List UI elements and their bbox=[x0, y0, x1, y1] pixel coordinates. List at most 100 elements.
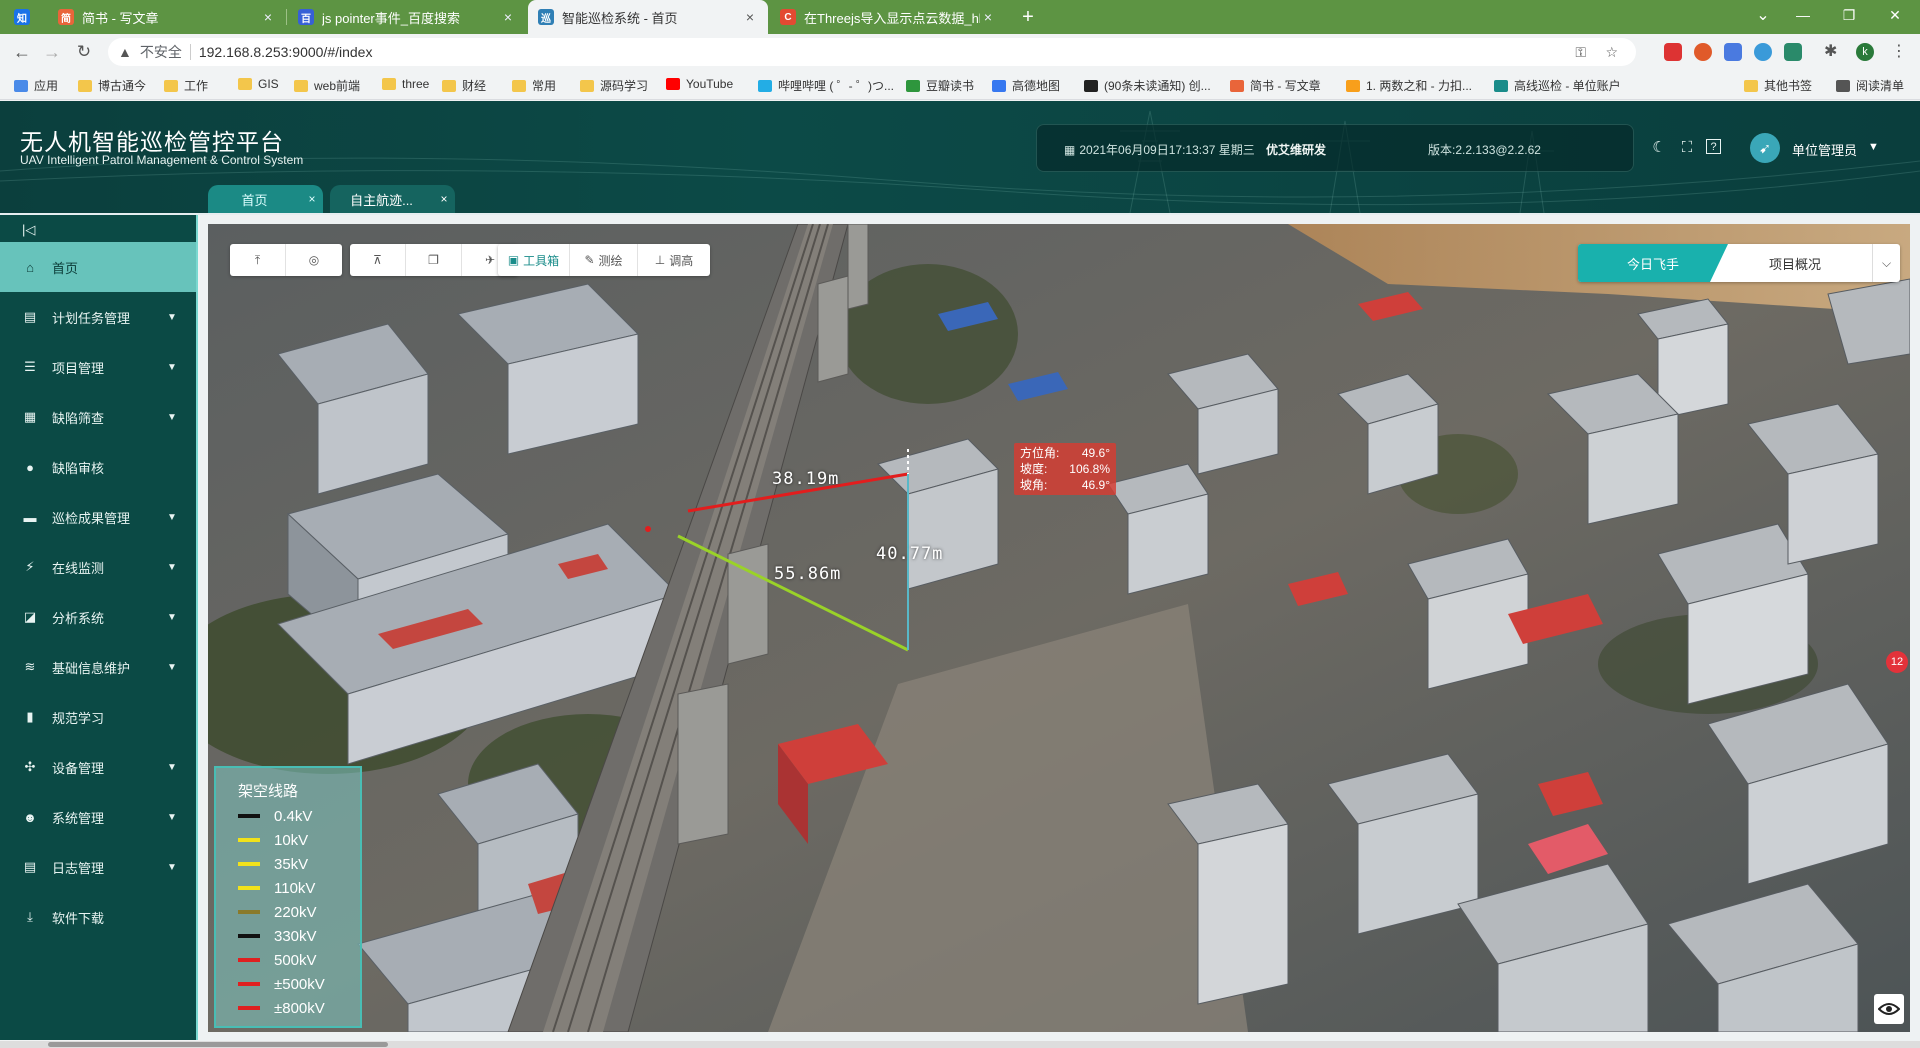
bookmark-item[interactable]: 应用 bbox=[14, 77, 58, 94]
bookmark-item[interactable]: 哔哩哔哩 ( ゜- ゜)つ... bbox=[758, 77, 894, 94]
bookmark-item[interactable]: 常用 bbox=[512, 77, 556, 94]
security-label[interactable]: 不安全 bbox=[140, 42, 182, 62]
minimize-button[interactable]: — bbox=[1780, 0, 1826, 30]
user-avatar[interactable]: ➹ bbox=[1750, 133, 1780, 163]
sidebar-item-7[interactable]: ◪ 分析系统 ▼ bbox=[0, 592, 196, 642]
toolbox-button[interactable]: ▣ 工具箱 bbox=[498, 244, 570, 276]
browser-tab[interactable]: C 在Threejs导入显示点云数据_hh × bbox=[770, 0, 1006, 34]
restore-button[interactable]: ❐ bbox=[1826, 0, 1872, 30]
browser-tab[interactable]: 简 简书 - 写文章 × bbox=[48, 0, 286, 34]
today-pilots-tab[interactable]: 今日飞手 bbox=[1578, 244, 1728, 282]
sidebar-item-5[interactable]: ▬ 巡检成果管理 ▼ bbox=[0, 492, 196, 542]
sidebar-item-1[interactable]: ▤ 计划任务管理 ▼ bbox=[0, 292, 196, 342]
map-3d-view[interactable]: ⤒ ◎ ⊼ ❐ ✈ ▣ 工具箱 ✎ 测绘 ⊥ 调高 今日飞手 项目概况 ⌵ 方位角: 4… bbox=[208, 224, 1910, 1032]
extensions-puzzle-icon[interactable]: ✱ bbox=[1824, 43, 1842, 61]
close-window-button[interactable]: ✕ bbox=[1872, 0, 1918, 30]
bookmark-item[interactable]: 简书 - 写文章 bbox=[1230, 77, 1321, 94]
extension-icon[interactable] bbox=[1694, 43, 1712, 61]
eye-icon[interactable] bbox=[1874, 994, 1904, 1024]
bookmark-item[interactable]: 豆瓣读书 bbox=[906, 77, 974, 94]
sidebar-item-2[interactable]: ☰ 项目管理 ▼ bbox=[0, 342, 196, 392]
layers-copy-icon[interactable]: ❐ bbox=[406, 244, 462, 276]
bookmark-item[interactable]: web前端 bbox=[294, 77, 360, 94]
tab-close-icon[interactable]: × bbox=[260, 9, 276, 25]
sidebar-item-12[interactable]: ▤ 日志管理 ▼ bbox=[0, 842, 196, 892]
sidebar-item-3[interactable]: ▦ 缺陷筛查 ▼ bbox=[0, 392, 196, 442]
user-dropdown-icon[interactable]: ▼ bbox=[1868, 141, 1879, 153]
baidu-icon: 百 bbox=[298, 9, 314, 25]
tab-close-icon[interactable]: × bbox=[500, 9, 516, 25]
bookmark-item[interactable]: 1. 两数之和 - 力扣... bbox=[1346, 77, 1472, 94]
extension-icon[interactable] bbox=[1754, 43, 1772, 61]
extension-icon[interactable] bbox=[1784, 43, 1802, 61]
browser-tab-pinned[interactable]: 知 bbox=[4, 0, 48, 34]
forward-icon[interactable]: → bbox=[40, 40, 64, 64]
help-icon[interactable]: ? bbox=[1706, 139, 1721, 154]
app-favicon-icon: 巡 bbox=[538, 9, 554, 25]
sidebar-item-11[interactable]: ☻ 系统管理 ▼ bbox=[0, 792, 196, 842]
new-tab-button[interactable]: + bbox=[1012, 0, 1044, 34]
adjust-height-button[interactable]: ⊥ 调高 bbox=[638, 244, 710, 276]
sidebar-item-0[interactable]: ⌂ 首页 bbox=[0, 242, 196, 292]
sidebar-item-13[interactable]: ⤓ 软件下载 bbox=[0, 892, 196, 942]
menu-dots-icon[interactable]: ⋮ bbox=[1890, 43, 1908, 61]
project-overview-tab[interactable]: 项目概况 bbox=[1728, 244, 1862, 282]
measure-button[interactable]: ✎ 测绘 bbox=[570, 244, 638, 276]
profile-avatar-icon[interactable]: k bbox=[1856, 43, 1874, 61]
app-tab-close-icon[interactable]: × bbox=[433, 192, 455, 206]
caret-down-icon: ▼ bbox=[167, 411, 177, 423]
tower-icon[interactable]: ⊼ bbox=[350, 244, 406, 276]
key-icon[interactable]: ⚿ bbox=[1575, 44, 1586, 61]
csdn-icon bbox=[1084, 79, 1098, 92]
folder-icon bbox=[382, 78, 396, 90]
bookmark-item[interactable]: three bbox=[382, 77, 429, 91]
bookmark-item[interactable]: 博古通今 bbox=[78, 77, 146, 94]
address-bar[interactable]: ▲ 不安全 192.168.8.253:9000/#/index ⚿ ☆ bbox=[108, 38, 1636, 66]
user-name[interactable]: 单位管理员 bbox=[1792, 140, 1857, 159]
bookmark-item[interactable]: 阅读清单 bbox=[1836, 77, 1904, 94]
sidebar-item-10[interactable]: ✣ 设备管理 ▼ bbox=[0, 742, 196, 792]
bookmark-item[interactable]: 高线巡检 - 单位账户 bbox=[1494, 77, 1621, 94]
browser-tab[interactable]: 百 js pointer事件_百度搜索 × bbox=[288, 0, 526, 34]
extension-icon[interactable] bbox=[1664, 43, 1682, 61]
monitor-icon: ⚡ bbox=[25, 559, 35, 574]
theme-toggle-icon[interactable]: ☾ bbox=[1650, 139, 1668, 157]
tab-close-icon[interactable]: × bbox=[980, 9, 996, 25]
bookmark-item[interactable]: GIS bbox=[238, 77, 279, 91]
bookmark-label: 哔哩哔哩 ( ゜- ゜)つ... bbox=[778, 79, 894, 93]
sidebar-item-9[interactable]: ▮ 规范学习 bbox=[0, 692, 196, 742]
browser-tab-active[interactable]: 巡 智能巡检系统 - 首页 × bbox=[528, 0, 768, 34]
app-tab-route[interactable]: 自主航迹... × bbox=[330, 185, 455, 213]
caret-down-icon: ▼ bbox=[167, 561, 177, 573]
collapse-sidebar-icon[interactable]: |◁ bbox=[22, 222, 38, 238]
tab-close-icon[interactable]: × bbox=[742, 9, 758, 25]
toolbox-icon: ▣ bbox=[507, 253, 520, 267]
bookmark-item[interactable]: 工作 bbox=[164, 77, 208, 94]
bookmark-label: 其他书签 bbox=[1764, 79, 1813, 93]
bookmark-item[interactable]: (90条未读通知) 创... bbox=[1084, 77, 1211, 94]
reload-icon[interactable]: ↻ bbox=[72, 40, 96, 64]
app-tab-home[interactable]: 首页 × bbox=[208, 185, 323, 213]
notification-badge[interactable]: 12 bbox=[1886, 651, 1908, 673]
bookmark-item[interactable]: YouTube bbox=[666, 77, 733, 91]
scrollbar-thumb[interactable] bbox=[48, 1042, 388, 1047]
chevron-down-icon[interactable]: ⌵ bbox=[1872, 244, 1900, 282]
bookmark-star-icon[interactable]: ☆ bbox=[1605, 44, 1618, 61]
locate-icon[interactable]: ⤒ bbox=[230, 244, 286, 276]
bookmark-item[interactable]: 其他书签 bbox=[1744, 77, 1812, 94]
back-icon[interactable]: ← bbox=[10, 40, 34, 64]
globe-icon[interactable]: ◎ bbox=[286, 244, 342, 276]
extension-icon[interactable] bbox=[1724, 43, 1742, 61]
sidebar-item-label: 计划任务管理 bbox=[52, 310, 131, 326]
sidebar-item-8[interactable]: ≋ 基础信息维护 ▼ bbox=[0, 642, 196, 692]
url-text[interactable]: 192.168.8.253:9000/#/index bbox=[199, 44, 373, 60]
bookmark-item[interactable]: 高德地图 bbox=[992, 77, 1060, 94]
fullscreen-icon[interactable]: ⛶ bbox=[1678, 139, 1696, 157]
warning-icon[interactable]: ▲ bbox=[118, 44, 132, 60]
sidebar-item-4[interactable]: ● 缺陷审核 bbox=[0, 442, 196, 492]
horizontal-scrollbar[interactable] bbox=[0, 1041, 1920, 1048]
bookmark-item[interactable]: 源码学习 bbox=[580, 77, 648, 94]
bookmark-item[interactable]: 财经 bbox=[442, 77, 486, 94]
sidebar-item-6[interactable]: ⚡ 在线监测 ▼ bbox=[0, 542, 196, 592]
app-tab-close-icon[interactable]: × bbox=[301, 192, 323, 206]
